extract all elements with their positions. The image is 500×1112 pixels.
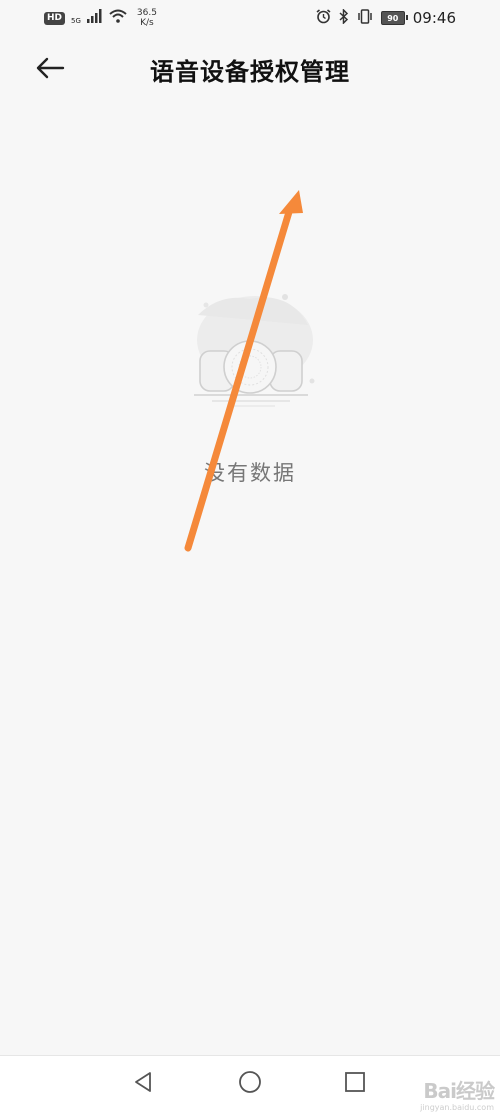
battery-icon: 90 — [380, 11, 408, 25]
circle-home-icon — [237, 1069, 263, 1099]
nav-home-button[interactable] — [235, 1070, 265, 1098]
triangle-back-icon — [132, 1070, 154, 1098]
wifi-icon — [109, 9, 127, 27]
watermark-text: Bai经验 — [423, 1079, 495, 1103]
vibrate-icon — [357, 8, 373, 28]
status-left: HD 5G 36.5 K/s — [0, 8, 157, 28]
hd-badge: HD — [44, 11, 66, 25]
speed-value: 36.5 — [136, 8, 157, 18]
nav-back-button[interactable] — [128, 1070, 158, 1098]
bluetooth-icon — [339, 7, 349, 28]
signal-icon — [86, 9, 103, 27]
nav-recent-button[interactable] — [340, 1070, 370, 1098]
network-type: 5G — [71, 17, 81, 25]
square-recent-icon — [343, 1070, 367, 1098]
page-title: 语音设备授权管理 — [150, 57, 350, 86]
alarm-icon — [316, 8, 331, 28]
network-speed: 36.5 K/s — [137, 8, 157, 28]
app-header: 语音设备授权管理 — [0, 44, 500, 96]
empty-state-text: 没有数据 — [204, 461, 296, 485]
speed-unit: K/s — [140, 18, 154, 28]
system-nav-bar: Bai经验 jingyan.baidu.com — [0, 1055, 500, 1112]
watermark: Bai经验 jingyan.baidu.com — [420, 1075, 495, 1112]
clock: 09:46 — [412, 9, 456, 27]
status-bar: HD 5G 36.5 K/s 90 09:46 — [0, 0, 500, 36]
empty-device-illustration — [180, 285, 325, 410]
status-right: 90 09:46 — [316, 7, 500, 28]
annotation-arrow — [184, 190, 303, 552]
